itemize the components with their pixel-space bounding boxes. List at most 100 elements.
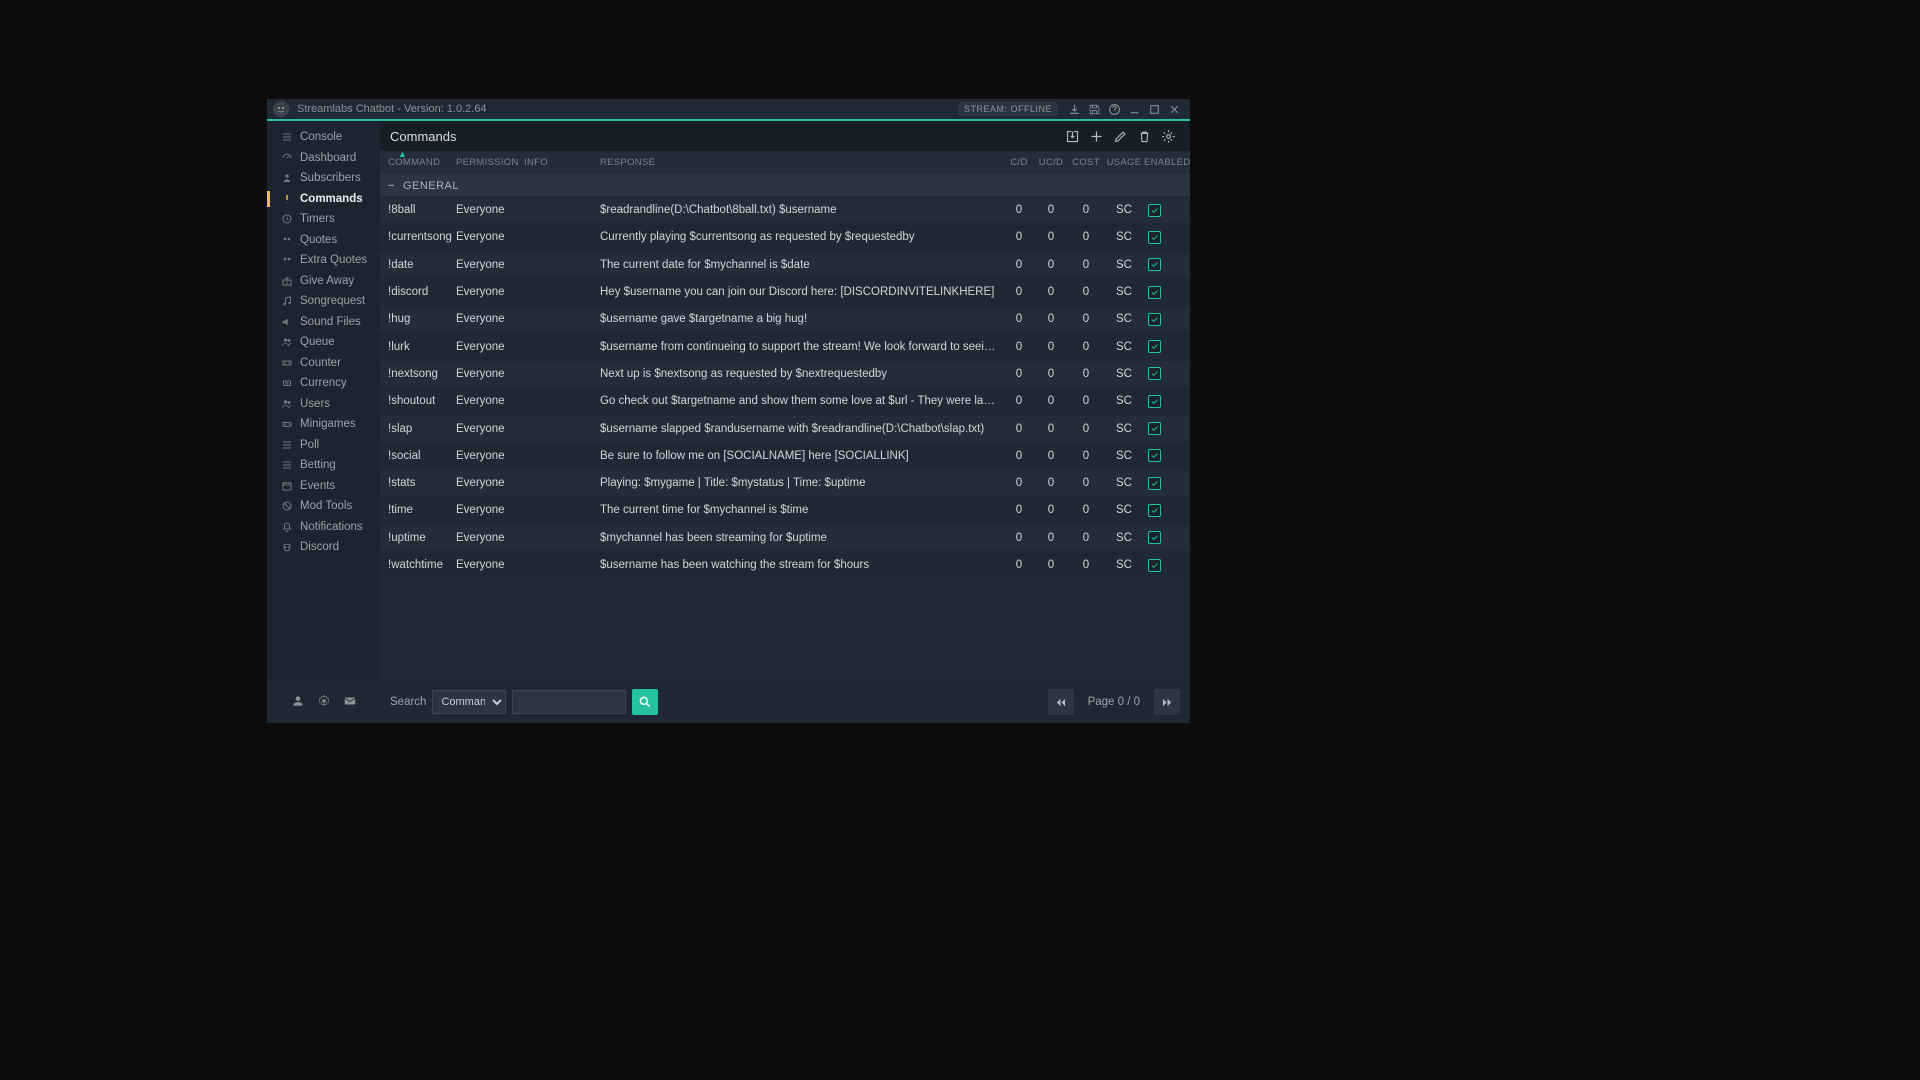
cell-response: Hey $username you can join our Discord h… — [600, 286, 1004, 298]
table-row[interactable]: !8ballEveryone$readrandline(D:\Chatbot\8… — [380, 197, 1190, 224]
cell-command: !nextsong — [380, 368, 456, 380]
col-header-cost[interactable]: COST — [1068, 157, 1104, 168]
help-icon[interactable] — [1104, 100, 1124, 118]
cell-cd: 0 — [1004, 423, 1034, 435]
search-input[interactable] — [512, 690, 626, 714]
col-header-command[interactable]: COMMAND — [380, 157, 456, 168]
sidebar-item-users[interactable]: Users — [267, 394, 380, 415]
checkbox-icon[interactable] — [1148, 449, 1161, 462]
add-icon[interactable] — [1084, 124, 1108, 148]
group-row[interactable]: − GENERAL — [380, 175, 1190, 197]
col-header-cd[interactable]: C/D — [1004, 157, 1034, 168]
checkbox-icon[interactable] — [1148, 286, 1161, 299]
sidebar-item-timers[interactable]: Timers — [267, 209, 380, 230]
sidebar-item-betting[interactable]: Betting — [267, 455, 380, 476]
user-icon[interactable] — [291, 694, 305, 711]
cell-cd: 0 — [1004, 532, 1034, 544]
sidebar-item-events[interactable]: Events — [267, 476, 380, 497]
table-row[interactable]: !watchtimeEveryone$username has been wat… — [380, 552, 1190, 579]
sidebar-item-dashboard[interactable]: Dashboard — [267, 148, 380, 169]
cell-cost: 0 — [1068, 259, 1104, 271]
delete-icon[interactable] — [1132, 124, 1156, 148]
col-header-usage[interactable]: USAGE — [1104, 157, 1144, 168]
checkbox-icon[interactable] — [1148, 367, 1161, 380]
page-first-button[interactable] — [1048, 689, 1074, 715]
cell-cost: 0 — [1068, 313, 1104, 325]
sidebar-item-discord[interactable]: Discord — [267, 537, 380, 558]
cell-enabled — [1144, 422, 1190, 435]
sidebar-item-give-away[interactable]: Give Away — [267, 271, 380, 292]
sidebar-item-extra-quotes[interactable]: Extra Quotes — [267, 250, 380, 271]
maximize-icon[interactable] — [1144, 100, 1164, 118]
cell-ucd: 0 — [1034, 259, 1068, 271]
table-row[interactable]: !slapEveryone$username slapped $randuser… — [380, 415, 1190, 442]
table-row[interactable]: !statsEveryonePlaying: $mygame | Title: … — [380, 470, 1190, 497]
page-last-button[interactable] — [1154, 689, 1180, 715]
checkbox-icon[interactable] — [1148, 204, 1161, 217]
sidebar-item-counter[interactable]: Counter — [267, 353, 380, 374]
checkbox-icon[interactable] — [1148, 395, 1161, 408]
save-icon[interactable] — [1084, 100, 1104, 118]
cell-enabled — [1144, 395, 1190, 408]
table-row[interactable]: !hugEveryone$username gave $targetname a… — [380, 306, 1190, 333]
checkbox-icon[interactable] — [1148, 313, 1161, 326]
table-row[interactable]: !timeEveryoneThe current time for $mycha… — [380, 497, 1190, 524]
cell-response: $mychannel has been streaming for $uptim… — [600, 532, 1004, 544]
download-icon[interactable] — [1064, 100, 1084, 118]
checkbox-icon[interactable] — [1148, 231, 1161, 244]
cell-response: Currently playing $currentsong as reques… — [600, 231, 1004, 243]
col-header-enabled[interactable]: ENABLED — [1144, 157, 1190, 168]
cell-response: The current time for $mychannel is $time — [600, 504, 1004, 516]
bars-icon — [280, 131, 293, 144]
cell-cost: 0 — [1068, 532, 1104, 544]
close-icon[interactable] — [1164, 100, 1184, 118]
checkbox-icon[interactable] — [1148, 258, 1161, 271]
checkbox-icon[interactable] — [1148, 504, 1161, 517]
cell-command: !8ball — [380, 204, 456, 216]
minimize-icon[interactable] — [1124, 100, 1144, 118]
sidebar-item-label: Console — [300, 131, 342, 143]
table-row[interactable]: !dateEveryoneThe current date for $mycha… — [380, 252, 1190, 279]
cell-enabled — [1144, 340, 1190, 353]
import-icon[interactable] — [1060, 124, 1084, 148]
sidebar-item-songrequest[interactable]: Songrequest — [267, 291, 380, 312]
gear-icon[interactable] — [317, 694, 331, 711]
sidebar-item-minigames[interactable]: Minigames — [267, 414, 380, 435]
checkbox-icon[interactable] — [1148, 422, 1161, 435]
col-header-permission[interactable]: PERMISSION — [456, 157, 524, 168]
col-header-response[interactable]: RESPONSE — [600, 157, 1004, 168]
table-row[interactable]: !currentsongEveryoneCurrently playing $c… — [380, 224, 1190, 251]
sidebar-item-sound-files[interactable]: Sound Files — [267, 312, 380, 333]
settings-icon[interactable] — [1156, 124, 1180, 148]
table-row[interactable]: !discordEveryoneHey $username you can jo… — [380, 279, 1190, 306]
sidebar-item-quotes[interactable]: Quotes — [267, 230, 380, 251]
checkbox-icon[interactable] — [1148, 477, 1161, 490]
cell-command: !currentsong — [380, 231, 456, 243]
search-button[interactable] — [632, 689, 658, 715]
table-row[interactable]: !lurkEveryone$username from continueing … — [380, 333, 1190, 360]
edit-icon[interactable] — [1108, 124, 1132, 148]
search-label: Search — [390, 696, 426, 708]
sidebar-item-queue[interactable]: Queue — [267, 332, 380, 353]
sidebar-item-notifications[interactable]: Notifications — [267, 517, 380, 538]
checkbox-icon[interactable] — [1148, 340, 1161, 353]
col-header-ucd[interactable]: UC/D — [1034, 157, 1068, 168]
checkbox-icon[interactable] — [1148, 531, 1161, 544]
cell-command: !date — [380, 259, 456, 271]
table-row[interactable]: !shoutoutEveryoneGo check out $targetnam… — [380, 388, 1190, 415]
sidebar-item-commands[interactable]: Commands — [267, 189, 380, 210]
sidebar-item-poll[interactable]: Poll — [267, 435, 380, 456]
sidebar-item-console[interactable]: Console — [267, 127, 380, 148]
sidebar-item-currency[interactable]: Currency — [267, 373, 380, 394]
cell-ucd: 0 — [1034, 423, 1068, 435]
cell-cd: 0 — [1004, 504, 1034, 516]
table-row[interactable]: !nextsongEveryoneNext up is $nextsong as… — [380, 361, 1190, 388]
table-row[interactable]: !uptimeEveryone$mychannel has been strea… — [380, 525, 1190, 552]
table-row[interactable]: !socialEveryoneBe sure to follow me on [… — [380, 443, 1190, 470]
col-header-info[interactable]: INFO — [524, 157, 600, 168]
search-type-select[interactable]: CommandResponse — [432, 690, 506, 714]
mail-icon[interactable] — [343, 694, 357, 711]
sidebar-item-mod-tools[interactable]: Mod Tools — [267, 496, 380, 517]
sidebar-item-subscribers[interactable]: Subscribers — [267, 168, 380, 189]
checkbox-icon[interactable] — [1148, 559, 1161, 572]
